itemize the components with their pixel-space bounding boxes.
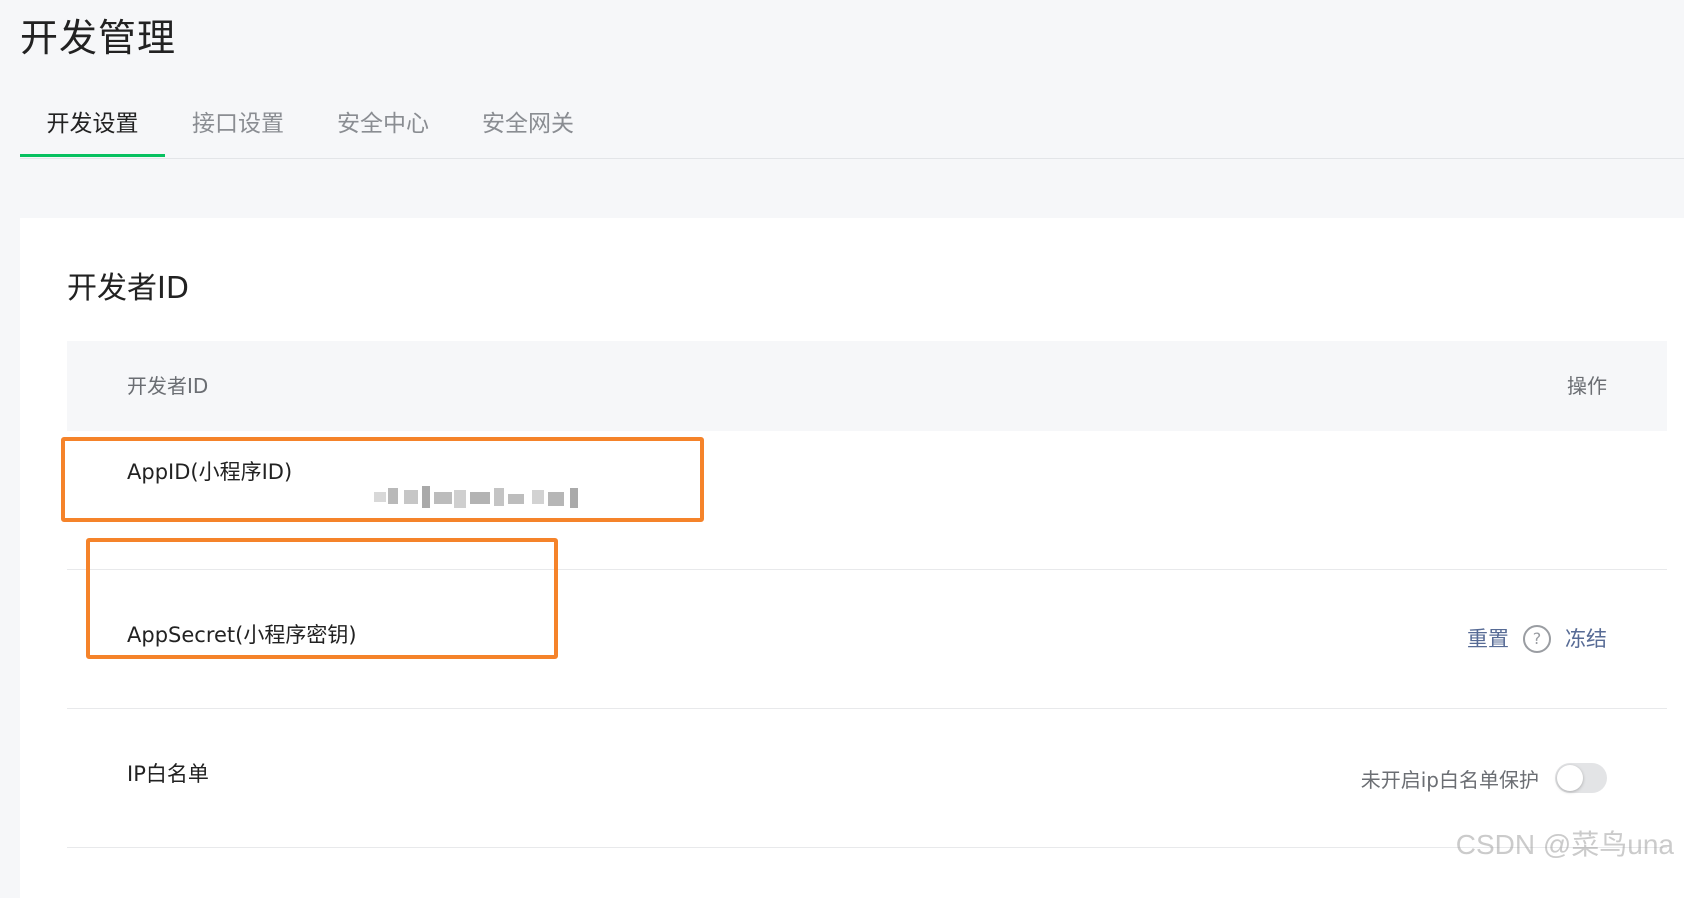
tab-security-gateway[interactable]: 安全网关 bbox=[460, 90, 596, 157]
appsecret-actions: 重置 ? 冻结 bbox=[1467, 570, 1607, 708]
highlight-box-appid bbox=[61, 437, 704, 522]
tab-security-center[interactable]: 安全中心 bbox=[315, 90, 451, 157]
freeze-link[interactable]: 冻结 bbox=[1565, 570, 1607, 708]
ip-whitelist-status-text: 未开启ip白名单保护 bbox=[1360, 767, 1539, 792]
tab-dev-settings[interactable]: 开发设置 bbox=[20, 90, 165, 157]
tab-bar: 开发设置 接口设置 安全中心 安全网关 bbox=[20, 90, 1684, 159]
page-title: 开发管理 bbox=[20, 16, 177, 60]
table-header: 开发者ID 操作 bbox=[67, 341, 1667, 431]
ip-whitelist-label: IP白名单 bbox=[127, 762, 209, 786]
table-row-ip-whitelist: IP白名单 未开启ip白名单保护 bbox=[67, 709, 1667, 848]
card-title: 开发者ID bbox=[67, 271, 189, 306]
toggle-knob bbox=[1557, 765, 1583, 791]
help-icon[interactable]: ? bbox=[1523, 625, 1551, 653]
watermark: CSDN @菜鸟una bbox=[1455, 829, 1674, 860]
highlight-box-appsecret bbox=[86, 538, 558, 659]
tab-interface-settings[interactable]: 接口设置 bbox=[170, 90, 306, 157]
header-actions: 操作 bbox=[1567, 374, 1607, 398]
ip-whitelist-toggle[interactable] bbox=[1555, 763, 1607, 793]
reset-link[interactable]: 重置 bbox=[1467, 570, 1509, 708]
